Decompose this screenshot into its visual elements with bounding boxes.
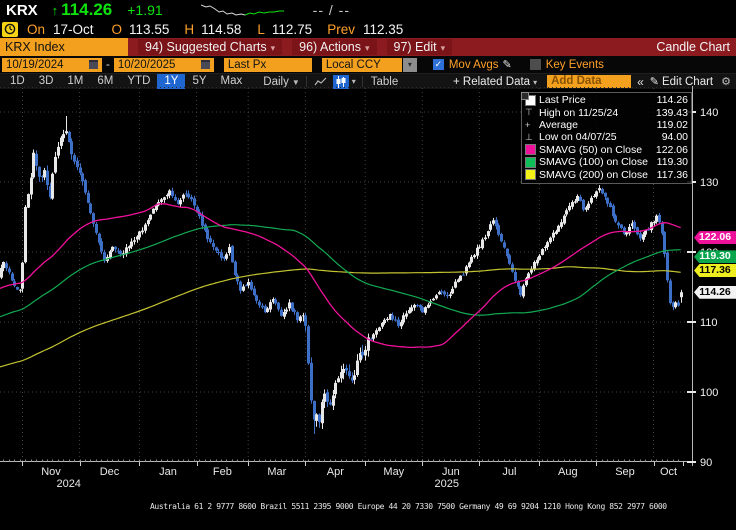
average-marker-icon: + [525, 120, 530, 130]
svg-text:Aug: Aug [558, 466, 578, 478]
low-value: 112.75 [272, 22, 312, 37]
legend-row[interactable]: SMAVG (200) on Close117.36 [525, 168, 688, 180]
legend-label: Last Price [539, 94, 657, 106]
low-marker-icon: ⊥ [525, 132, 533, 143]
clock-icon [2, 22, 18, 37]
legend-swatch [525, 169, 536, 180]
legend-label: SMAVG (100) on Close [539, 156, 657, 168]
chevron-down-icon: ▾ [441, 43, 446, 53]
prev-value: 112.35 [363, 22, 403, 37]
price-field-select[interactable]: Last Px [224, 58, 312, 72]
high-label: H [184, 22, 194, 37]
open-label: O [112, 22, 123, 37]
high-marker-icon: ⊤ [525, 107, 533, 118]
svg-text:Jul: Jul [502, 466, 516, 478]
price-badge: 117.36 [694, 264, 736, 277]
sparkline-icon [201, 2, 287, 18]
legend-label: SMAVG (50) on Close [539, 144, 656, 156]
session-date: 17-Oct [53, 22, 94, 37]
price-badge: 122.06 [694, 231, 736, 244]
legend-row[interactable]: SMAVG (50) on Close122.06 [525, 144, 688, 156]
chart-settings-bar: 10/19/2024 - 10/20/2025 Last Px Local CC… [0, 56, 736, 73]
prev-label: Prev [327, 22, 355, 37]
svg-text:130: 130 [700, 177, 718, 189]
last-price: 114.26 [61, 0, 112, 20]
bloomberg-candle-chart-window: KRX ↑ 114.26 +1.91 -- / -- On 17-Oct O 1… [0, 0, 736, 530]
mov-avgs-checkbox[interactable]: ✓ [433, 59, 444, 70]
session-stats: On 17-Oct O 113.55 H 114.58 L 112.75 Pre… [0, 20, 736, 38]
svg-text:100: 100 [700, 387, 718, 399]
legend-value: 122.06 [656, 144, 688, 156]
svg-text:110: 110 [700, 317, 718, 329]
low-label: L [257, 22, 265, 37]
date-to-input[interactable]: 10/20/2025 [114, 58, 214, 72]
legend-value: 119.02 [657, 119, 688, 131]
legend-value: 114.26 [657, 94, 688, 106]
legend-value: 94.00 [662, 131, 688, 143]
svg-text:Jan: Jan [159, 466, 177, 478]
date-from-input[interactable]: 10/19/2024 [2, 58, 102, 72]
legend-label: Average [539, 119, 657, 131]
legend-row[interactable]: SMAVG (100) on Close119.30 [525, 156, 688, 168]
calendar-icon [89, 60, 98, 69]
chart-legend[interactable]: Last Price114.26⊤High on 11/25/24139.43+… [521, 92, 692, 184]
currency-dropdown-button[interactable]: ▾ [403, 58, 417, 72]
high-value: 114.58 [201, 22, 241, 37]
open-value: 113.55 [129, 22, 169, 37]
chevron-down-icon: ▾ [365, 43, 370, 53]
command-bar: KRX Index 94) Suggested Charts▾ 96) Acti… [0, 38, 736, 56]
svg-text:May: May [383, 466, 404, 478]
svg-text:Oct: Oct [660, 466, 677, 478]
terminal-footer: Australia 61 2 9777 8600 Brazil 5511 239… [0, 484, 736, 530]
svg-text:90: 90 [700, 457, 712, 469]
svg-text:Sep: Sep [615, 466, 635, 478]
legend-value: 139.43 [656, 107, 688, 119]
legend-swatch [525, 144, 536, 155]
svg-text:Feb: Feb [213, 466, 232, 478]
legend-swatch [525, 157, 536, 168]
key-events-checkbox[interactable] [530, 59, 541, 70]
key-events-label: Key Events [546, 59, 604, 71]
footer-phones-1: Australia 61 2 9777 8600 Brazil 5511 239… [0, 502, 736, 512]
chart-type-label: Candle Chart [656, 40, 730, 54]
legend-value: 119.30 [657, 156, 688, 168]
legend-handle-icon[interactable] [521, 92, 529, 100]
up-arrow-icon: ↑ [52, 3, 59, 18]
ticker-symbol: KRX [6, 2, 38, 19]
actions-menu[interactable]: 96) Actions▾ [292, 39, 376, 55]
legend-row[interactable]: + Average119.02 [525, 119, 688, 131]
price-badge: 114.26 [694, 286, 736, 299]
legend-label: SMAVG (200) on Close [539, 169, 657, 181]
svg-text:Dec: Dec [100, 466, 120, 478]
svg-text:Mar: Mar [267, 466, 286, 478]
legend-label: Low on 04/07/25 [539, 131, 662, 143]
date-range-dash: - [106, 59, 110, 71]
legend-row[interactable]: ⊥ Low on 04/07/2594.00 [525, 131, 688, 143]
legend-row[interactable]: ⊤ High on 11/25/24139.43 [525, 106, 688, 118]
currency-select[interactable]: Local CCY [322, 58, 402, 72]
mov-avgs-label: Mov Avgs [449, 59, 499, 71]
svg-text:Jun: Jun [442, 466, 460, 478]
legend-value: 117.36 [657, 169, 688, 181]
legend-label: High on 11/25/24 [539, 107, 656, 119]
suggested-charts-menu[interactable]: 94) Suggested Charts▾ [138, 39, 282, 55]
svg-text:Apr: Apr [327, 466, 344, 478]
price-change: +1.91 [127, 2, 162, 18]
price-badge: 119.30 [694, 250, 736, 263]
legend-row[interactable]: Last Price114.26 [525, 94, 688, 106]
on-label: On [27, 22, 45, 37]
chart-type-dropdown[interactable]: ▾ [352, 77, 356, 86]
edit-mov-avgs-icon[interactable]: ✎ [503, 58, 512, 71]
quote-header: KRX ↑ 114.26 +1.91 -- / -- [0, 0, 736, 20]
svg-text:Nov: Nov [41, 466, 61, 478]
edit-menu[interactable]: 97) Edit▾ [387, 39, 453, 55]
calendar-icon [201, 60, 210, 69]
svg-text:140: 140 [700, 107, 718, 119]
chevron-down-icon: ▾ [271, 43, 276, 53]
bid-ask: -- / -- [313, 2, 350, 18]
security-name-field[interactable]: KRX Index [0, 38, 128, 56]
